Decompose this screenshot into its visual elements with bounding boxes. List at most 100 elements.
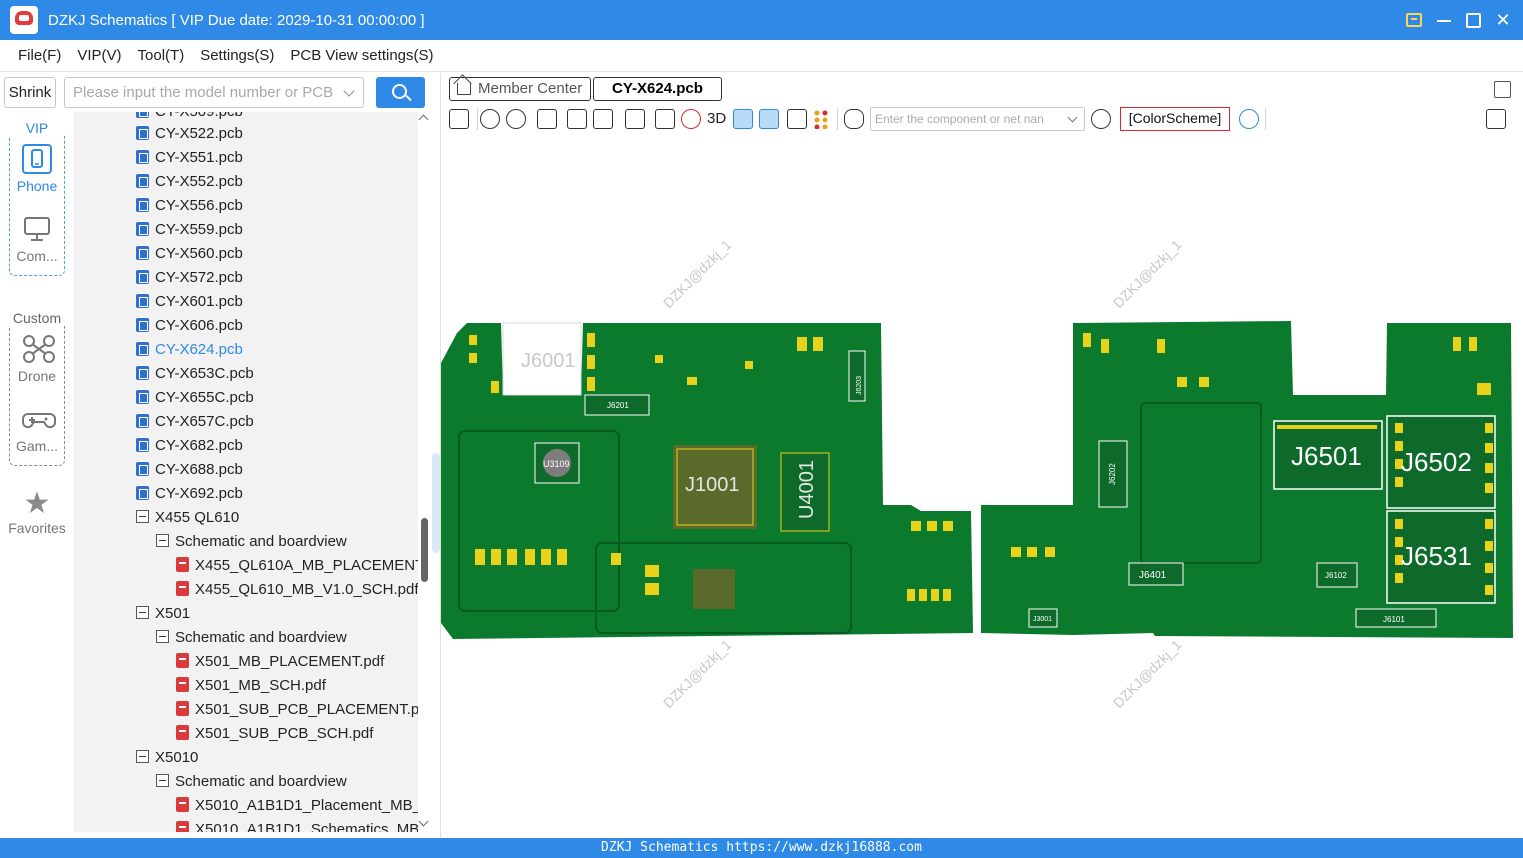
tree-row[interactable]: CY-X572.pcb <box>136 266 243 290</box>
category-drone[interactable]: Drone <box>0 334 74 384</box>
chevron-down-icon[interactable] <box>418 816 429 827</box>
pcb-file-icon <box>136 438 149 452</box>
tree-row[interactable]: X501_SUB_PCB_SCH.pdf <box>176 722 373 746</box>
tree-row[interactable]: CY-X692.pcb <box>136 482 243 506</box>
panel-splitter[interactable] <box>430 73 441 838</box>
tree-row[interactable]: CY-X556.pcb <box>136 194 243 218</box>
menu-pcb-view-settings[interactable]: PCB View settings(S) <box>290 47 433 64</box>
menu-file[interactable]: File(F) <box>18 47 61 64</box>
net-highlight-icon[interactable] <box>681 109 701 129</box>
label-j6401: J6401 <box>1139 570 1167 581</box>
collapse-icon[interactable] <box>136 510 149 523</box>
tree-row[interactable]: X5010_A1B1D1_Placement_MB_V <box>176 794 418 818</box>
collapse-icon[interactable] <box>156 630 169 643</box>
category-computer[interactable]: Com... <box>0 214 74 264</box>
tree-scrollbar[interactable] <box>418 112 430 832</box>
tree-folder[interactable]: Schematic and boardview <box>156 770 347 794</box>
model-tree: CY-X509.pcb CY-X522.pcb CY-X551.pcb CY-X… <box>74 112 418 832</box>
tree-group[interactable]: X455 QL610 <box>136 506 239 530</box>
search-icon[interactable] <box>1091 109 1111 129</box>
tree-row[interactable]: CY-X688.pcb <box>136 458 243 482</box>
model-search-placeholder: Please input the model number or PCB <box>73 84 334 101</box>
scrollbar-thumb[interactable] <box>421 518 428 582</box>
tab-member-center[interactable]: Member Center <box>449 77 592 101</box>
mirror-icon[interactable] <box>655 109 675 129</box>
tree-row[interactable]: CY-X522.pcb <box>136 122 243 146</box>
eye-icon[interactable] <box>1239 109 1259 129</box>
rotate-left-icon[interactable] <box>567 109 587 129</box>
dots-grid-icon[interactable] <box>813 109 833 130</box>
splitter-grip[interactable] <box>432 453 440 553</box>
component-search-input[interactable]: Enter the component or net nan <box>870 107 1085 131</box>
tree-row[interactable]: X455_QL610_MB_V1.0_SCH.pdf <box>176 578 418 602</box>
tree-row[interactable]: X455_QL610A_MB_PLACEMENT_V <box>176 554 418 578</box>
label-j6203: J6203 <box>856 376 863 395</box>
menu-tool[interactable]: Tool(T) <box>138 47 185 64</box>
pcb-file-icon <box>136 150 149 164</box>
category-phone[interactable]: Phone <box>0 144 74 194</box>
tree-row[interactable]: CY-X559.pcb <box>136 218 243 242</box>
search-button[interactable] <box>376 77 425 108</box>
color-scheme-button[interactable]: [ColorScheme] <box>1120 107 1230 131</box>
favorites-button[interactable]: ★ Favorites <box>0 487 74 537</box>
view-3d-button[interactable]: 3D <box>707 109 726 129</box>
watermark: DZKJ@dzkj_1 <box>1110 636 1185 711</box>
zoom-in-icon[interactable] <box>480 109 500 129</box>
fit-view-icon[interactable] <box>537 109 557 129</box>
side-panel-icon[interactable] <box>1486 109 1506 129</box>
tree-row[interactable]: CY-X657C.pcb <box>136 410 254 434</box>
tree-row[interactable]: CY-X653C.pcb <box>136 362 254 386</box>
collapse-icon[interactable] <box>136 606 149 619</box>
tree-row[interactable]: CY-X560.pcb <box>136 242 243 266</box>
measure-icon[interactable] <box>787 109 807 129</box>
window-title: DZKJ Schematics [ VIP Due date: 2029-10-… <box>48 11 425 29</box>
collapse-icon[interactable] <box>156 534 169 547</box>
menu-vip[interactable]: VIP(V) <box>77 47 121 64</box>
label-u3109: U3109 <box>543 459 570 469</box>
star-icon: ★ <box>23 487 51 520</box>
tree-row[interactable]: X501_MB_SCH.pdf <box>176 674 326 698</box>
tree-row[interactable]: CY-X552.pcb <box>136 170 243 194</box>
chevron-down-icon[interactable] <box>1067 112 1078 123</box>
close-all-tabs-icon[interactable] <box>1494 81 1511 98</box>
minimize-button[interactable] <box>1436 12 1452 28</box>
chevron-down-icon[interactable] <box>343 85 355 97</box>
pcb-board-view[interactable]: J6001 J1001 U4001 U3109 J6501 J6502 J653… <box>441 133 1515 838</box>
rotate-right-icon[interactable] <box>593 109 613 129</box>
tree-row[interactable]: X501_MB_PLACEMENT.pdf <box>176 650 384 674</box>
tab-active-pcb[interactable]: CY-X624.pcb <box>593 77 722 101</box>
category-game[interactable]: Gam... <box>0 404 74 454</box>
chevron-up-icon[interactable] <box>418 114 429 125</box>
tree-row[interactable]: CY-X601.pcb <box>136 290 243 314</box>
vip-briefcase-icon[interactable] <box>1406 13 1422 27</box>
mouse-icon[interactable] <box>844 109 864 129</box>
zoom-out-icon[interactable] <box>506 109 526 129</box>
tree-folder[interactable]: Schematic and boardview <box>156 626 347 650</box>
shrink-button[interactable]: Shrink <box>4 77 56 108</box>
tree-row[interactable]: X501_SUB_PCB_PLACEMENT.pdf <box>176 698 418 722</box>
category-computer-label: Com... <box>16 248 58 264</box>
tree-group[interactable]: X501 <box>136 602 190 626</box>
maximize-button[interactable] <box>1466 12 1481 28</box>
collapse-icon[interactable] <box>156 774 169 787</box>
pcb-canvas[interactable]: J6001 J1001 U4001 U3109 J6501 J6502 J653… <box>441 133 1515 838</box>
tree-folder[interactable]: Schematic and boardview <box>156 530 347 554</box>
tree-row[interactable]: CY-X551.pcb <box>136 146 243 170</box>
layer-image-icon[interactable] <box>759 109 779 129</box>
pin-flag-icon[interactable] <box>733 109 753 129</box>
model-search-input[interactable]: Please input the model number or PCB <box>64 77 364 108</box>
tree-row[interactable]: CY-X606.pcb <box>136 314 243 338</box>
tree-row-selected[interactable]: CY-X624.pcb <box>136 338 243 362</box>
menu-settings[interactable]: Settings(S) <box>200 47 274 64</box>
status-footer: DZKJ Schematics https://www.dzkj16888.co… <box>0 838 1523 858</box>
pcb-file-icon <box>136 112 149 118</box>
tree-row[interactable]: CY-X682.pcb <box>136 434 243 458</box>
split-view-icon[interactable] <box>449 109 469 129</box>
paint-roller-icon[interactable] <box>625 109 645 129</box>
tree-group[interactable]: X5010 <box>136 746 198 770</box>
label-j6501: J6501 <box>1291 441 1362 471</box>
collapse-icon[interactable] <box>136 750 149 763</box>
close-button[interactable]: ✕ <box>1495 11 1511 29</box>
tree-row[interactable]: X5010_A1B1D1_Schematics_MB_V <box>176 818 418 832</box>
tree-row[interactable]: CY-X655C.pcb <box>136 386 254 410</box>
